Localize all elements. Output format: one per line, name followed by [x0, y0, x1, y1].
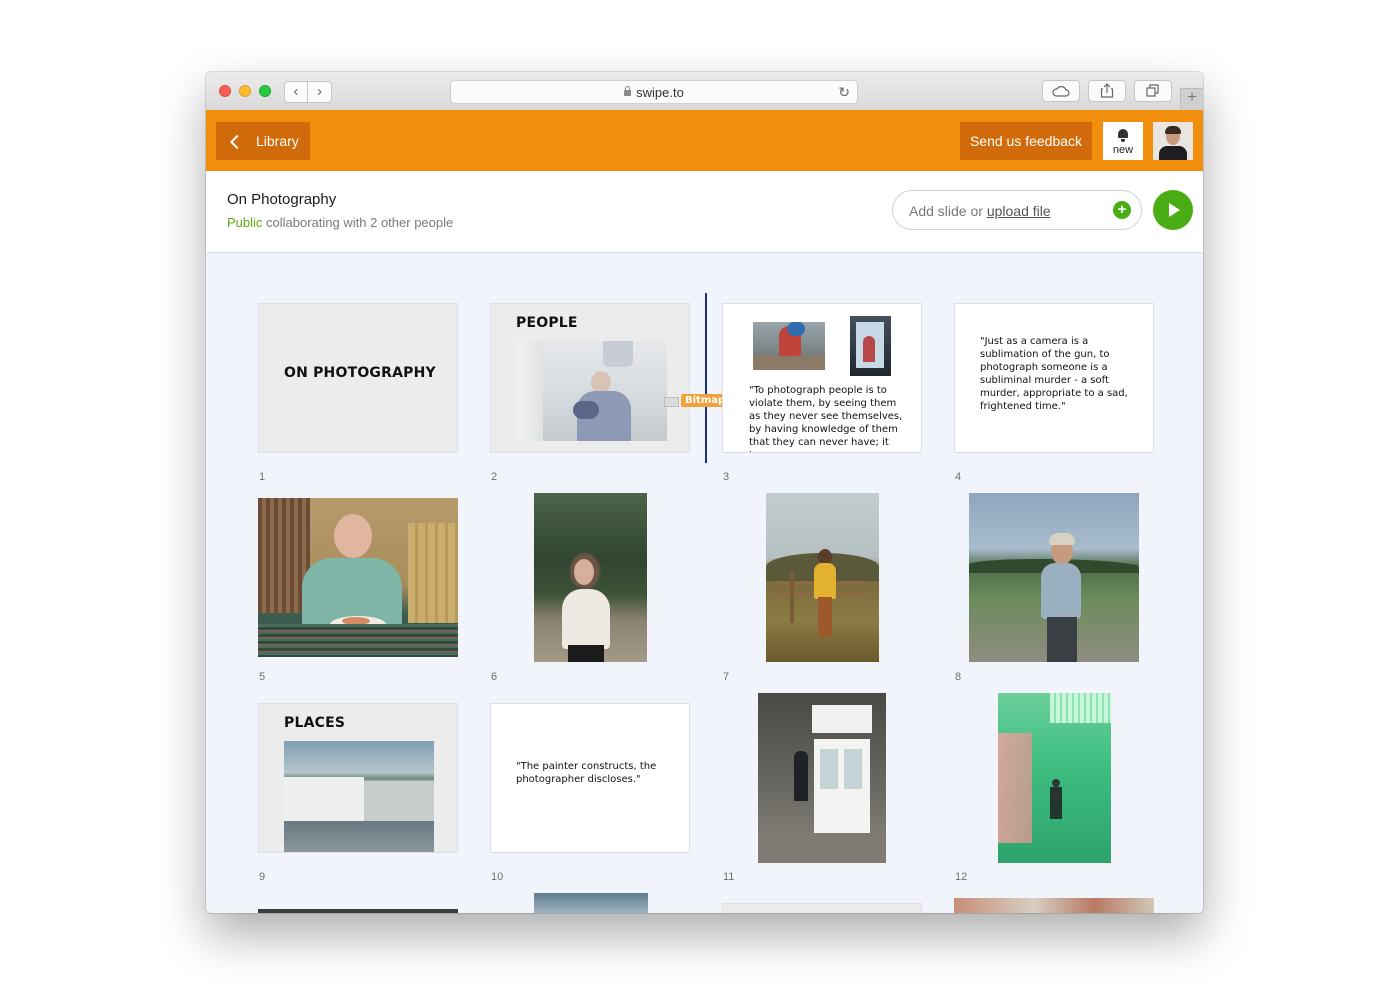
close-window-button[interactable]	[219, 85, 231, 97]
browser-forward-button[interactable]: ›	[308, 81, 332, 103]
slide-number: 12	[955, 871, 968, 883]
lock-icon	[624, 86, 632, 96]
slide-photo	[284, 741, 434, 852]
slide-thumbnail[interactable]	[954, 898, 1154, 913]
user-avatar[interactable]	[1153, 122, 1193, 160]
slide-thumbnail[interactable]	[258, 909, 458, 913]
icloud-tabs-button[interactable]	[1042, 80, 1080, 102]
drop-insertion-marker	[705, 293, 707, 463]
browser-toolbar: ‹ › swipe.to ↻ +	[206, 72, 1203, 111]
document-title[interactable]: On Photography	[227, 191, 336, 208]
maximize-window-button[interactable]	[259, 85, 271, 97]
minimize-window-button[interactable]	[239, 85, 251, 97]
slide-grid: ON PHOTOGRAPHY 1 PEOPLE 2 Bitmap.png "To…	[206, 253, 1203, 913]
slide-heading: ON PHOTOGRAPHY	[284, 365, 436, 381]
slide-thumbnail[interactable]	[766, 493, 879, 662]
slide-thumbnail[interactable]	[969, 493, 1139, 662]
bell-icon	[1118, 129, 1128, 142]
library-button[interactable]: Library	[216, 122, 310, 160]
slide-number: 5	[259, 671, 266, 683]
send-feedback-button[interactable]: Send us feedback	[960, 122, 1092, 160]
url-text: swipe.to	[636, 85, 684, 100]
notifications-button[interactable]: new	[1103, 122, 1143, 160]
slide-number: 8	[955, 671, 962, 683]
visibility-link[interactable]: Public	[227, 215, 262, 230]
add-slide-placeholder: Add slide or upload file	[909, 203, 1051, 219]
browser-window: ‹ › swipe.to ↻ + Library Send us feedbac…	[206, 72, 1203, 913]
tabs-icon	[1146, 84, 1159, 97]
file-icon	[664, 397, 679, 407]
url-display: swipe.to	[451, 85, 857, 100]
play-presentation-button[interactable]	[1153, 190, 1193, 230]
slide-thumbnail[interactable]: ON PHOTOGRAPHY	[258, 303, 458, 453]
reload-icon[interactable]: ↻	[838, 84, 850, 101]
add-slide-input[interactable]: Add slide or upload file +	[892, 190, 1142, 230]
upload-file-link[interactable]: upload file	[987, 203, 1051, 219]
chevron-left-icon	[229, 134, 245, 150]
share-icon	[1100, 83, 1114, 98]
slide-number: 7	[723, 671, 730, 683]
slide-thumbnail[interactable]: "Just as a camera is a sublimation of th…	[954, 303, 1154, 453]
slide-thumbnail[interactable]	[258, 498, 458, 657]
slide-number: 6	[491, 671, 498, 683]
slide-number: 10	[491, 871, 504, 883]
slide-thumbnail[interactable]	[758, 693, 886, 863]
slide-thumbnail[interactable]	[534, 893, 648, 913]
slide-thumbnail[interactable]	[998, 693, 1111, 863]
slide-number: 1	[259, 471, 266, 483]
document-info-bar: On Photography Public collaborating with…	[206, 171, 1203, 253]
chevron-right-icon: ›	[317, 83, 322, 100]
slide-number: 4	[955, 471, 962, 483]
slide-photo	[753, 322, 825, 370]
slide-number: 9	[259, 871, 266, 883]
address-bar[interactable]: swipe.to ↻	[450, 80, 858, 104]
document-sharing-status: Public collaborating with 2 other people	[227, 215, 453, 230]
tab-overview-button[interactable]	[1134, 80, 1172, 102]
slide-thumbnail[interactable]: "The painter constructs, the photographe…	[490, 703, 690, 853]
play-icon	[1169, 203, 1180, 217]
slide-thumbnail[interactable]: PEOPLE	[490, 303, 690, 453]
slide-number: 11	[723, 871, 735, 883]
slide-quote: "Just as a camera is a sublimation of th…	[980, 336, 1128, 412]
slide-number: 2	[491, 471, 498, 483]
slide-quote: "The painter constructs, the photographe…	[516, 761, 657, 785]
library-label: Library	[256, 133, 299, 149]
notifications-label: new	[1112, 144, 1134, 156]
slide-thumbnail[interactable]	[534, 493, 647, 662]
slide-number: 3	[723, 471, 730, 483]
browser-back-button[interactable]: ‹	[284, 81, 308, 103]
cloud-icon	[1052, 86, 1070, 97]
plus-icon: +	[1187, 89, 1197, 106]
slide-heading: PEOPLE	[516, 315, 578, 331]
slide-photo	[517, 341, 667, 441]
slide-heading: PLACES	[284, 715, 346, 731]
slide-quote: "To photograph people is to violate them…	[749, 385, 903, 452]
slide-thumbnail[interactable]: "To photograph people is to violate them…	[722, 303, 922, 453]
collaboration-text: collaborating with 2 other people	[266, 215, 454, 230]
slide-thumbnail[interactable]	[722, 903, 922, 913]
slide-thumbnail[interactable]: PLACES	[258, 703, 458, 853]
app-header: Library Send us feedback new	[206, 110, 1203, 171]
chevron-left-icon: ‹	[293, 83, 299, 100]
add-slide-button[interactable]: +	[1113, 201, 1131, 219]
new-tab-button[interactable]: +	[1180, 88, 1203, 110]
share-button[interactable]	[1088, 80, 1126, 102]
slide-photo	[850, 316, 891, 376]
